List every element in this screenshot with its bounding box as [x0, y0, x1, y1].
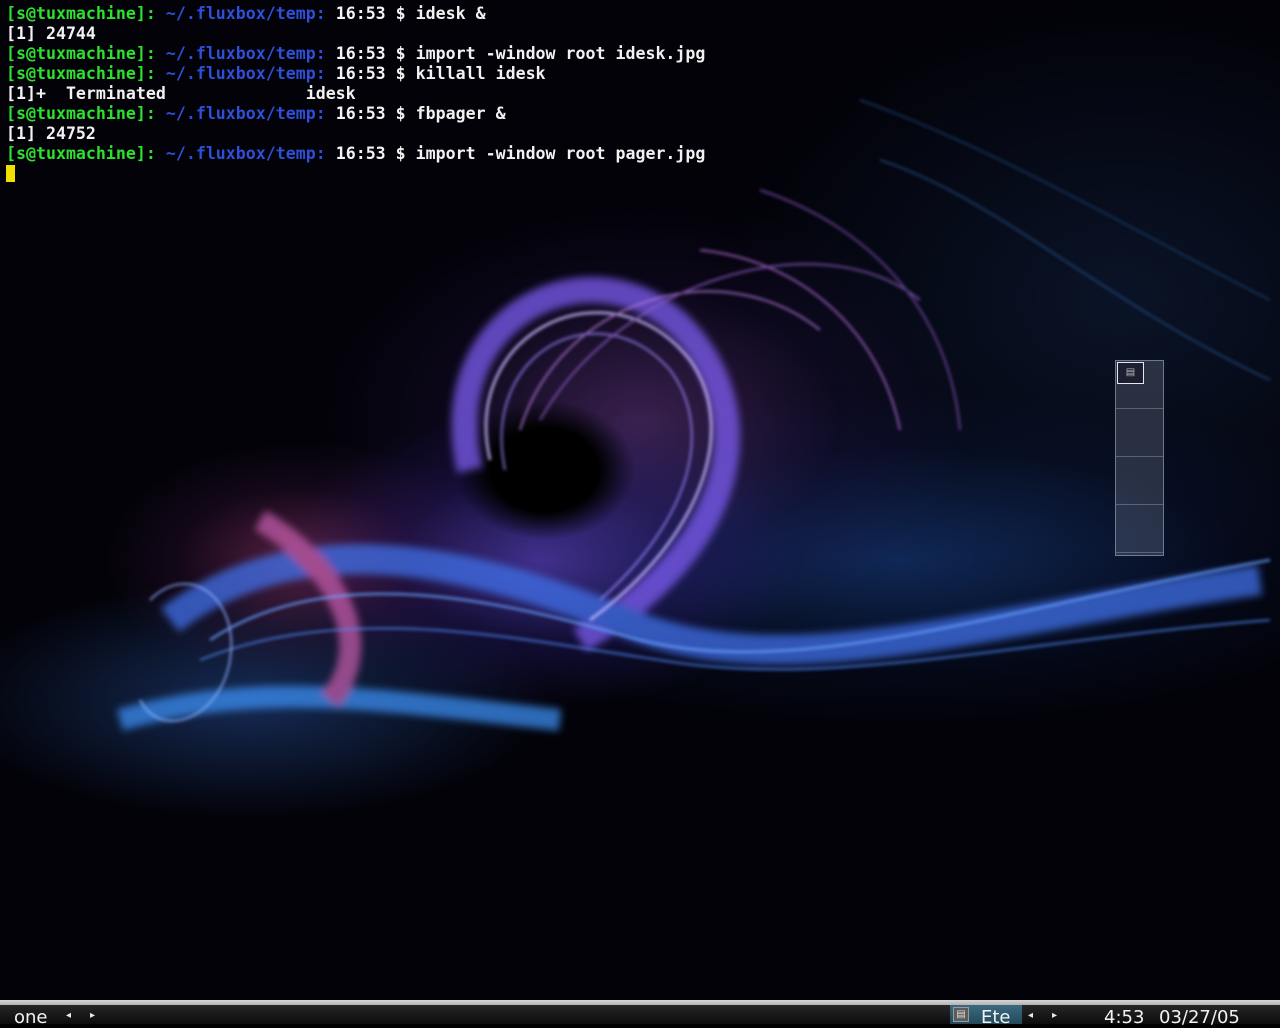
terminal-prompt-line: [s@tuxmachine]: ~/.fluxbox/temp: 16:53 $… [6, 44, 705, 64]
terminal-output-line: [1] 24752 [6, 124, 705, 144]
terminal-output[interactable]: [s@tuxmachine]: ~/.fluxbox/temp: 16:53 $… [6, 4, 705, 184]
terminal-output-line: [1]+ Terminated idesk [6, 84, 705, 104]
workspace-name-label[interactable]: one [14, 1008, 48, 1027]
next-window-arrow-icon[interactable]: ▸ [1052, 1009, 1057, 1023]
prompt-symbol: $ [395, 64, 406, 83]
terminal-prompt-line: [s@tuxmachine]: ~/.fluxbox/temp: 16:53 $… [6, 144, 705, 164]
pager-workspace-2[interactable] [1116, 409, 1163, 457]
clock-date: 03/27/05 [1159, 1007, 1240, 1028]
clock-time: 4:53 [1104, 1007, 1145, 1028]
prompt-user-host: [s@tuxmachine]: [6, 4, 156, 23]
toolbar-strip: one ◂ ▸ ▤ Ete ◂ ▸ 4:53 03/27/05 [0, 1005, 1280, 1028]
prev-workspace-arrow-icon[interactable]: ◂ [66, 1009, 71, 1023]
prev-window-arrow-icon[interactable]: ◂ [1028, 1009, 1033, 1023]
terminal-output-line: [1] 24744 [6, 24, 705, 44]
prompt-time: 16:53 [335, 144, 386, 163]
prompt-time: 16:53 [335, 64, 386, 83]
prompt-user-host: [s@tuxmachine]: [6, 44, 156, 63]
output-text: [1] 24752 [6, 124, 96, 143]
terminal-input-line[interactable] [6, 164, 705, 184]
terminal-icon: ▤ [953, 1007, 969, 1022]
terminal-prompt-line: [s@tuxmachine]: ~/.fluxbox/temp: 16:53 $… [6, 104, 705, 124]
output-text: [1]+ Terminated idesk [6, 84, 356, 103]
pager-window-thumbnail[interactable]: ▤ [1117, 362, 1144, 384]
prompt-command: import -window root pager.jpg [415, 144, 706, 163]
terminal-prompt-line: [s@tuxmachine]: ~/.fluxbox/temp: 16:53 $… [6, 64, 705, 84]
prompt-path: ~/.fluxbox/temp: [165, 104, 326, 123]
terminal-prompt-line: [s@tuxmachine]: ~/.fluxbox/temp: 16:53 $… [6, 4, 705, 24]
fluxbox-toolbar: one ◂ ▸ ▤ Ete ◂ ▸ 4:53 03/27/05 [0, 1000, 1280, 1028]
prompt-path: ~/.fluxbox/temp: [165, 4, 326, 23]
taskbar-window-label[interactable]: Ete [981, 1008, 1011, 1027]
prompt-time: 16:53 [335, 4, 386, 23]
next-workspace-arrow-icon[interactable]: ▸ [90, 1009, 95, 1023]
prompt-command: fbpager & [415, 104, 506, 123]
prompt-symbol: $ [395, 4, 406, 23]
pager-workspace-3[interactable] [1116, 457, 1163, 505]
terminal-cursor [6, 165, 15, 182]
prompt-path: ~/.fluxbox/temp: [165, 64, 326, 83]
workspace-pager[interactable]: ▤ [1115, 360, 1164, 556]
prompt-command: killall idesk [415, 64, 546, 83]
prompt-path: ~/.fluxbox/temp: [165, 144, 326, 163]
prompt-user-host: [s@tuxmachine]: [6, 104, 156, 123]
prompt-symbol: $ [395, 144, 406, 163]
prompt-time: 16:53 [335, 44, 386, 63]
output-text: [1] 24744 [6, 24, 96, 43]
prompt-path: ~/.fluxbox/temp: [165, 44, 326, 63]
prompt-user-host: [s@tuxmachine]: [6, 64, 156, 83]
prompt-symbol: $ [395, 44, 406, 63]
pager-workspace-1[interactable]: ▤ [1116, 361, 1163, 409]
pager-workspace-4[interactable] [1116, 505, 1163, 553]
prompt-command: import -window root idesk.jpg [415, 44, 706, 63]
prompt-user-host: [s@tuxmachine]: [6, 144, 156, 163]
prompt-symbol: $ [395, 104, 406, 123]
prompt-command: idesk & [415, 4, 486, 23]
prompt-time: 16:53 [335, 104, 386, 123]
